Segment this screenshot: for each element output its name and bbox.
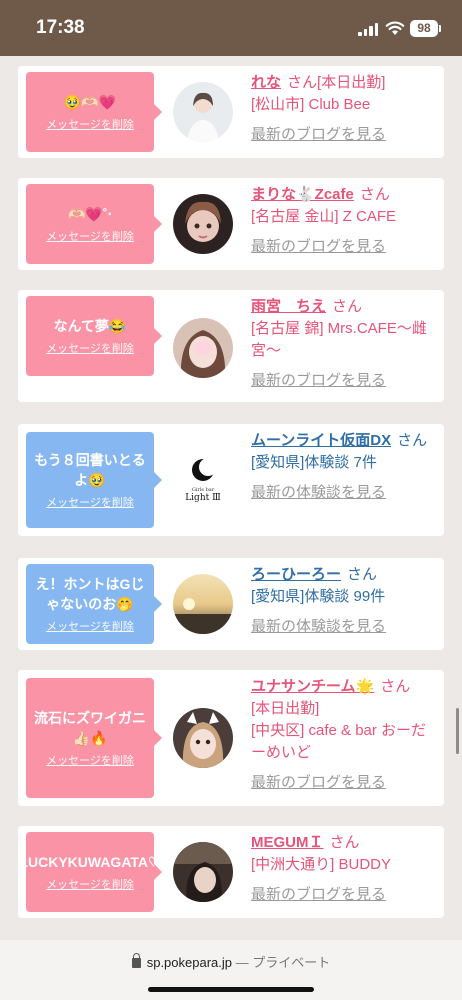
delete-message-link[interactable]: メッセージを削除 xyxy=(46,618,134,634)
delete-message-link[interactable]: メッセージを削除 xyxy=(46,340,134,356)
svg-text:Light Ⅲ: Light Ⅲ xyxy=(185,493,221,503)
latest-blog-link[interactable]: 最新のブログを見る xyxy=(251,772,436,794)
delete-message-link[interactable]: メッセージを削除 xyxy=(46,228,134,244)
profile-name-link[interactable]: ユナサンチーム🌟 xyxy=(251,678,374,695)
latest-blog-link[interactable]: 最新のブログを見る xyxy=(251,236,436,258)
shop-line: [中央区] cafe & bar おーだーめいど xyxy=(251,722,427,761)
avatar-photo xyxy=(173,318,233,378)
home-indicator[interactable] xyxy=(148,987,314,992)
avatar-photo xyxy=(173,842,233,902)
message-text: 🫶🏻💗˚‧ xyxy=(68,206,112,222)
shop-line: [名古屋 錦] Mrs.CAFE～雌宮～ xyxy=(251,320,427,359)
message-bubble: 🥹🫶🏻💗 メッセージを削除 xyxy=(26,72,162,152)
latest-review-link[interactable]: 最新の体験談を見る xyxy=(251,616,436,638)
honorific: さん xyxy=(332,298,363,315)
message-text: 🥹🫶🏻💗 xyxy=(63,94,117,110)
shop-line: [松山市] Club Bee xyxy=(251,96,371,113)
avatar[interactable] xyxy=(173,574,233,634)
profile-name-link[interactable]: ムーンライト仮面DX xyxy=(251,432,391,449)
profile-name-link[interactable]: MEGUMＩ xyxy=(251,834,324,851)
message-bubble: なんて夢😂 メッセージを削除 xyxy=(26,296,162,376)
latest-blog-link[interactable]: 最新のブログを見る xyxy=(251,884,436,906)
shop-line: [中洲大通り] BUDDY xyxy=(251,856,392,873)
review-count: [愛知県]体験談 7件 xyxy=(251,454,377,471)
message-list[interactable]: 🥹🫶🏻💗 メッセージを削除 れな さん[本日出勤] [松山市] Club Bee … xyxy=(0,56,462,940)
avatar[interactable]: Girls bar Light Ⅲ xyxy=(173,450,233,510)
url-separator: — xyxy=(235,955,249,970)
message-text: 流石にズワイガニ👍🏻🔥 xyxy=(34,710,146,746)
profile-info: ろーひーろー さん [愛知県]体験談 99件 最新の体験談を見る xyxy=(251,564,436,638)
profile-name-link[interactable]: れな xyxy=(251,74,281,91)
honorific: さん xyxy=(329,834,360,851)
avatar-photo xyxy=(173,82,233,142)
message-bubble: LUCKYKUWAGATA♡ メッセージを削除 xyxy=(19,832,162,912)
scrollbar[interactable] xyxy=(456,708,459,754)
message-bubble: 🫶🏻💗˚‧ メッセージを削除 xyxy=(26,184,162,264)
avatar-photo xyxy=(173,194,233,254)
profile-info: まりな🐇Zcafe さん [名古屋 金山] Z CAFE 最新のブログを見る xyxy=(251,184,436,258)
battery-icon: 98 xyxy=(410,20,441,37)
delete-message-link[interactable]: メッセージを削除 xyxy=(46,752,134,768)
latest-blog-link[interactable]: 最新のブログを見る xyxy=(251,370,436,392)
profile-info: れな さん[本日出勤] [松山市] Club Bee 最新のブログを見る xyxy=(251,72,436,146)
message-card: もう８回書いとるよ🥹 メッセージを削除 Girls bar Light Ⅲ ムー… xyxy=(18,424,444,536)
honorific: さん xyxy=(380,678,411,695)
status-bar: 17:38 98 xyxy=(0,0,462,56)
message-text: もう８回書いとるよ🥹 xyxy=(34,452,146,488)
profile-info: ユナサンチーム🌟 さん [本日出勤] [中央区] cafe & bar おーだーめ… xyxy=(251,676,436,794)
private-mode-label: プライベート xyxy=(252,955,331,970)
profile-info: ムーンライト仮面DX さん [愛知県]体験談 7件 最新の体験談を見る xyxy=(251,430,436,504)
review-count: [愛知県]体験談 99件 xyxy=(251,588,386,605)
honorific: さん xyxy=(287,74,318,91)
avatar-photo xyxy=(173,574,233,634)
honorific: さん xyxy=(359,186,390,203)
message-card: LUCKYKUWAGATA♡ メッセージを削除 MEGUMＩ さん [中洲大通り]… xyxy=(18,826,444,918)
profile-name-link[interactable]: ろーひーろー xyxy=(251,566,341,583)
message-text: LUCKYKUWAGATA♡ xyxy=(19,854,161,870)
profile-name-link[interactable]: 雨宮 ちえ xyxy=(251,298,326,315)
message-card: 🥹🫶🏻💗 メッセージを削除 れな さん[本日出勤] [松山市] Club Bee … xyxy=(18,66,444,158)
message-card: え！ホントはGじゃないのお🤭 メッセージを削除 ろーひーろー さん [愛知県]体験… xyxy=(18,558,444,650)
honorific: さん xyxy=(397,432,428,449)
message-bubble: もう８回書いとるよ🥹 メッセージを削除 xyxy=(26,432,162,528)
url-display[interactable]: sp.pokepara.jp — プライベート xyxy=(0,952,462,971)
avatar[interactable] xyxy=(173,842,233,902)
clock: 17:38 xyxy=(36,17,85,38)
message-bubble: え！ホントはGじゃないのお🤭 メッセージを削除 xyxy=(26,564,162,644)
delete-message-link[interactable]: メッセージを削除 xyxy=(46,494,134,510)
message-bubble: 流石にズワイガニ👍🏻🔥 メッセージを削除 xyxy=(26,678,162,798)
wifi-icon xyxy=(385,21,405,35)
message-card: 🫶🏻💗˚‧ メッセージを削除 まりな🐇Zcafe さん [名古屋 金山] Z CA… xyxy=(18,178,444,270)
lock-icon xyxy=(131,953,141,968)
avatar-photo xyxy=(173,708,233,768)
message-card: なんて夢😂 メッセージを削除 雨宮 ちえ さん [名古屋 錦] Mrs.CAFE～… xyxy=(18,290,444,402)
browser-url-bar[interactable]: sp.pokepara.jp — プライベート xyxy=(0,940,462,1000)
shop-line: [名古屋 金山] Z CAFE xyxy=(251,208,397,225)
girls-bar-light-logo: Girls bar Light Ⅲ xyxy=(173,450,233,510)
delete-message-link[interactable]: メッセージを削除 xyxy=(46,116,134,132)
message-text: なんて夢😂 xyxy=(53,318,127,334)
profile-info: 雨宮 ちえ さん [名古屋 錦] Mrs.CAFE～雌宮～ 最新のブログを見る xyxy=(251,296,436,392)
avatar[interactable] xyxy=(173,82,233,142)
avatar[interactable] xyxy=(173,194,233,254)
battery-level: 98 xyxy=(417,21,431,35)
latest-review-link[interactable]: 最新の体験談を見る xyxy=(251,482,436,504)
profile-name-link[interactable]: まりな🐇Zcafe xyxy=(251,186,354,203)
attendance-tag: [本日出勤] xyxy=(251,700,320,717)
attendance-tag: [本日出勤] xyxy=(317,74,386,91)
avatar[interactable] xyxy=(173,318,233,378)
profile-info: MEGUMＩ さん [中洲大通り] BUDDY 最新のブログを見る xyxy=(251,832,436,906)
honorific: さん xyxy=(347,566,378,583)
url-domain: sp.pokepara.jp xyxy=(146,955,232,970)
avatar[interactable] xyxy=(173,708,233,768)
cellular-signal-icon xyxy=(358,23,378,36)
delete-message-link[interactable]: メッセージを削除 xyxy=(46,876,134,892)
latest-blog-link[interactable]: 最新のブログを見る xyxy=(251,124,436,146)
message-card: 流石にズワイガニ👍🏻🔥 メッセージを削除 ユナサンチーム🌟 さん [本日出勤] [… xyxy=(18,670,444,806)
message-text: え！ホントはGじゃないのお🤭 xyxy=(35,576,145,612)
